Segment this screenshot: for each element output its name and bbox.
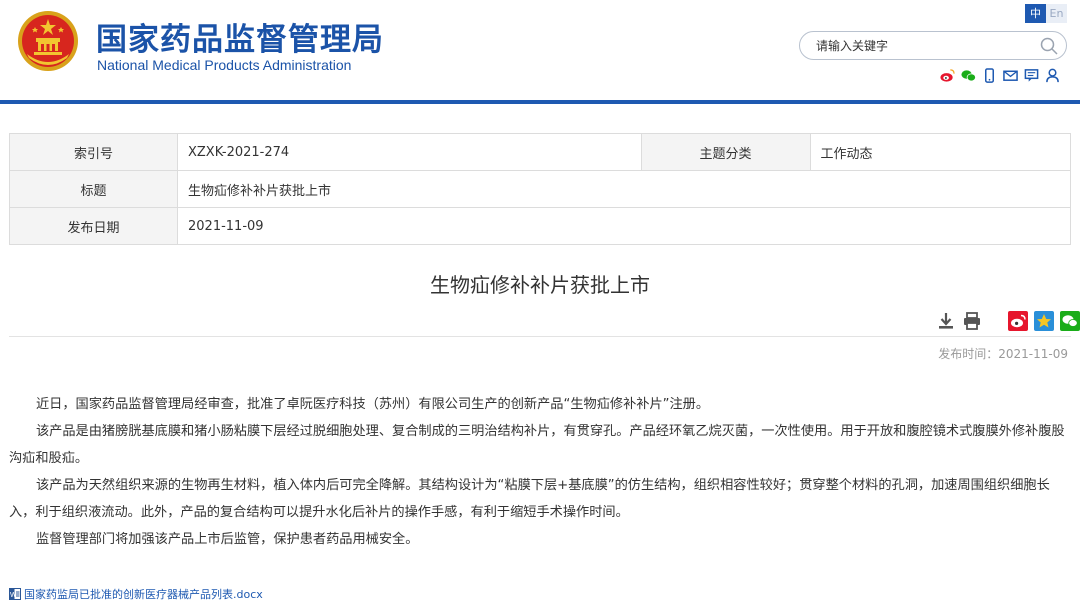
language-switcher: 中 En: [1025, 4, 1067, 23]
publish-time: 发布时间：2021-11-09: [938, 347, 1068, 361]
metadata-row: 索引号 XZXK-2021-274 主题分类 工作动态: [9, 133, 1072, 171]
date-value: 2021-11-09: [177, 207, 1071, 245]
site-header: 国家药品监督管理局 National Medical Products Admi…: [0, 0, 1080, 100]
word-document-icon: W: [9, 588, 21, 600]
download-icon[interactable]: [936, 311, 956, 331]
site-title-cn[interactable]: 国家药品监督管理局: [96, 14, 384, 59]
attachment-link[interactable]: 国家药监局已批准的创新医疗器械产品列表.docx: [24, 586, 263, 602]
metadata-row: 发布日期 2021-11-09: [9, 207, 1071, 245]
search-input[interactable]: [816, 36, 1026, 56]
user-icon[interactable]: [1045, 68, 1060, 83]
index-value: XZXK-2021-274: [177, 133, 642, 171]
attachment: W 国家药监局已批准的创新医疗器械产品列表.docx: [9, 586, 263, 602]
article-paragraph: 监督管理部门将加强该产品上市后监管，保护患者药品用械安全。: [36, 532, 419, 547]
share-qzone-icon[interactable]: [1034, 311, 1054, 331]
national-emblem-icon[interactable]: [17, 10, 79, 72]
article-paragraph: 该产品是由猪膀胱基底膜和猪小肠粘膜下层经过脱细胞处理、复合制成的三明治结构补片，…: [9, 424, 1065, 466]
mobile-icon[interactable]: [982, 68, 997, 83]
header-share-bar: [940, 68, 1060, 83]
share-weibo-icon[interactable]: [1008, 311, 1028, 331]
search-box: [799, 31, 1067, 60]
lang-cn-button[interactable]: 中: [1025, 4, 1046, 23]
search-icon[interactable]: [1039, 36, 1059, 56]
category-label: 主题分类: [640, 133, 811, 171]
article-paragraph: 近日，国家药品监督管理局经审查，批准了卓阮医疗科技（苏州）有限公司生产的创新产品…: [36, 397, 710, 412]
title-value: 生物疝修补补片获批上市: [177, 170, 1071, 208]
wechat-icon[interactable]: [961, 68, 976, 83]
category-value: 工作动态: [809, 133, 1072, 171]
svg-text:W: W: [10, 592, 17, 599]
index-label: 索引号: [9, 133, 178, 171]
print-icon[interactable]: [962, 311, 982, 331]
site-title-en[interactable]: National Medical Products Administration: [97, 57, 351, 73]
metadata-row: 标题 生物疝修补补片获批上市: [9, 170, 1071, 208]
article-body: 近日，国家药品监督管理局经审查，批准了卓阮医疗科技（苏州）有限公司生产的创新产品…: [9, 391, 1071, 553]
article-paragraph: 该产品为天然组织来源的生物再生材料，植入体内后可完全降解。其结构设计为“粘膜下层…: [9, 478, 1050, 520]
article-toolbar: [936, 311, 1080, 331]
date-label: 发布日期: [9, 207, 178, 245]
header-divider: [0, 100, 1080, 104]
article-title: 生物疝修补补片获批上市: [430, 273, 650, 297]
share-wechat-icon[interactable]: [1060, 311, 1080, 331]
title-label: 标题: [9, 170, 178, 208]
email-icon[interactable]: [1003, 68, 1018, 83]
lang-en-button[interactable]: En: [1046, 4, 1067, 23]
article-divider: [9, 336, 1071, 337]
metadata-table: 索引号 XZXK-2021-274 主题分类 工作动态 标题 生物疝修补补片获批…: [9, 133, 1072, 245]
message-icon[interactable]: [1024, 68, 1039, 83]
weibo-icon[interactable]: [940, 68, 955, 83]
